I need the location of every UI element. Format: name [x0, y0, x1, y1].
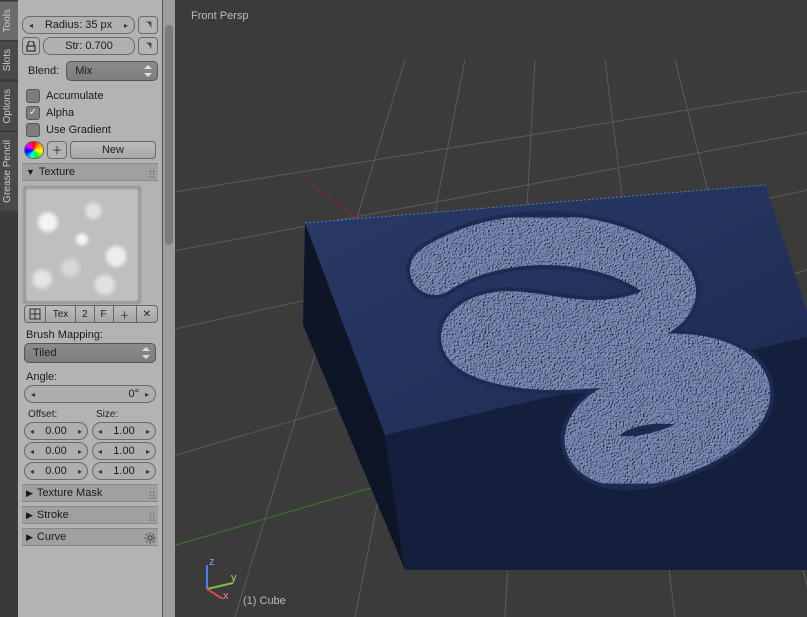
- offset-z-field[interactable]: ◂0.00▸: [24, 462, 88, 480]
- accumulate-checkbox-row: Accumulate: [26, 89, 158, 103]
- radius-field[interactable]: ◂ Radius: 35 px ▸: [22, 16, 135, 34]
- svg-text:x: x: [223, 590, 229, 599]
- strength-value: 0.700: [85, 40, 113, 52]
- viewport-grid: [175, 0, 807, 617]
- radius-row: ◂ Radius: 35 px ▸: [22, 16, 158, 34]
- texture-users-button[interactable]: 2: [76, 305, 95, 323]
- texture-datablock-strip: Tex 2 F ＋ ✕: [24, 305, 158, 323]
- angle-slider[interactable]: ◂ 0° ▸: [24, 385, 156, 403]
- use-gradient-checkbox[interactable]: [26, 123, 40, 137]
- axis-gizmo: z y x: [197, 557, 239, 599]
- color-wheel-icon[interactable]: [24, 141, 44, 159]
- vtab-tools[interactable]: Tools: [0, 0, 18, 40]
- texture-browse-button[interactable]: [24, 305, 46, 323]
- radius-label: Radius:: [45, 19, 82, 31]
- offset-size-grid: ◂0.00▸ ◂0.00▸ ◂0.00▸ ◂1.00▸ ◂1.00▸ ◂1.00…: [24, 422, 156, 480]
- offset-size-labels: Offset: Size:: [24, 405, 156, 420]
- chevron-left-icon[interactable]: ◂: [27, 386, 39, 402]
- 3d-viewport[interactable]: Front Persp: [175, 0, 807, 617]
- blend-row: Blend: Mix: [22, 61, 158, 81]
- add-gradient-button[interactable]: ＋: [47, 141, 67, 159]
- strength-field[interactable]: Str: 0.700: [43, 37, 135, 55]
- curve-panel-header[interactable]: ▶ Curve ⠿: [22, 528, 158, 546]
- triangle-right-icon: ▶: [26, 532, 33, 543]
- stroke-panel-header[interactable]: ▶ Stroke ⠿: [22, 506, 158, 524]
- svg-text:z: z: [209, 557, 215, 568]
- accumulate-checkbox[interactable]: [26, 89, 40, 103]
- gear-icon[interactable]: [144, 532, 156, 547]
- size-y-field[interactable]: ◂1.00▸: [92, 442, 156, 460]
- pressure-radius-toggle[interactable]: [138, 16, 158, 34]
- chevron-updown-icon: [141, 347, 151, 362]
- offset-label: Offset:: [28, 409, 88, 420]
- triangle-right-icon: ▶: [26, 488, 33, 499]
- triangle-down-icon: ▼: [26, 167, 35, 177]
- texture-panel-header[interactable]: ▼ Texture ⠿: [22, 163, 158, 181]
- offset-y-field[interactable]: ◂0.00▸: [24, 442, 88, 460]
- size-label: Size:: [96, 409, 156, 420]
- alpha-checkbox-row: Alpha: [26, 106, 158, 120]
- brush-mapping-label: Brush Mapping:: [26, 329, 158, 341]
- texture-add-button[interactable]: ＋: [114, 305, 137, 323]
- texture-unlink-button[interactable]: ✕: [137, 305, 158, 323]
- curve-title: Curve: [37, 531, 66, 543]
- vtab-grease-pencil[interactable]: Grease Pencil: [0, 131, 18, 211]
- chevron-right-icon[interactable]: ▸: [141, 386, 153, 402]
- brush-mapping-select[interactable]: Tiled: [24, 343, 156, 363]
- blend-value: Mix: [75, 65, 92, 77]
- size-z-field[interactable]: ◂1.00▸: [92, 462, 156, 480]
- chevron-updown-icon: [143, 65, 153, 80]
- chevron-left-icon[interactable]: ◂: [25, 17, 37, 33]
- vertical-tab-strip: Tools Slots Options Grease Pencil: [0, 0, 18, 617]
- size-x-field[interactable]: ◂1.00▸: [92, 422, 156, 440]
- drag-handle-icon[interactable]: ⠿: [148, 490, 154, 503]
- texture-name-field[interactable]: Tex: [46, 305, 76, 323]
- tool-panel-inner: ◂ Radius: 35 px ▸ Str: 0.700 B: [18, 0, 162, 548]
- blend-label: Blend:: [28, 65, 59, 77]
- chevron-right-icon[interactable]: ▸: [120, 17, 132, 33]
- vtab-options[interactable]: Options: [0, 80, 18, 131]
- tool-panel: ◂ Radius: 35 px ▸ Str: 0.700 B: [18, 0, 163, 617]
- texture-preview[interactable]: [24, 187, 140, 303]
- lock-icon[interactable]: [22, 37, 40, 55]
- use-gradient-checkbox-row: Use Gradient: [26, 123, 158, 137]
- svg-text:y: y: [231, 572, 237, 584]
- drag-handle-icon[interactable]: ⠿: [148, 512, 154, 525]
- triangle-right-icon: ▶: [26, 510, 33, 521]
- stroke-title: Stroke: [37, 509, 69, 521]
- color-new-row: ＋ New: [24, 141, 156, 159]
- texture-panel-title: Texture: [39, 166, 75, 178]
- radius-value: 35 px: [85, 19, 112, 31]
- new-button[interactable]: New: [70, 141, 156, 159]
- alpha-checkbox[interactable]: [26, 106, 40, 120]
- viewport-object-name: (1) Cube: [243, 595, 286, 607]
- texture-mask-panel-header[interactable]: ▶ Texture Mask ⠿: [22, 484, 158, 502]
- texture-fakeuser-button[interactable]: F: [95, 305, 114, 323]
- drag-handle-icon[interactable]: ⠿: [148, 169, 154, 182]
- angle-value: 0°: [128, 388, 139, 400]
- panel-scrollbar-thumb[interactable]: [165, 25, 173, 245]
- accumulate-label: Accumulate: [46, 90, 103, 102]
- blend-select[interactable]: Mix: [66, 61, 158, 81]
- offset-x-field[interactable]: ◂0.00▸: [24, 422, 88, 440]
- use-gradient-label: Use Gradient: [46, 124, 111, 136]
- texture-mask-title: Texture Mask: [37, 487, 102, 499]
- angle-label: Angle:: [26, 371, 158, 383]
- vtab-slots[interactable]: Slots: [0, 40, 18, 79]
- alpha-label: Alpha: [46, 107, 74, 119]
- strength-label: Str:: [65, 40, 82, 52]
- pressure-strength-toggle[interactable]: [138, 37, 158, 55]
- strength-row: Str: 0.700: [22, 37, 158, 55]
- brush-mapping-value: Tiled: [33, 347, 56, 359]
